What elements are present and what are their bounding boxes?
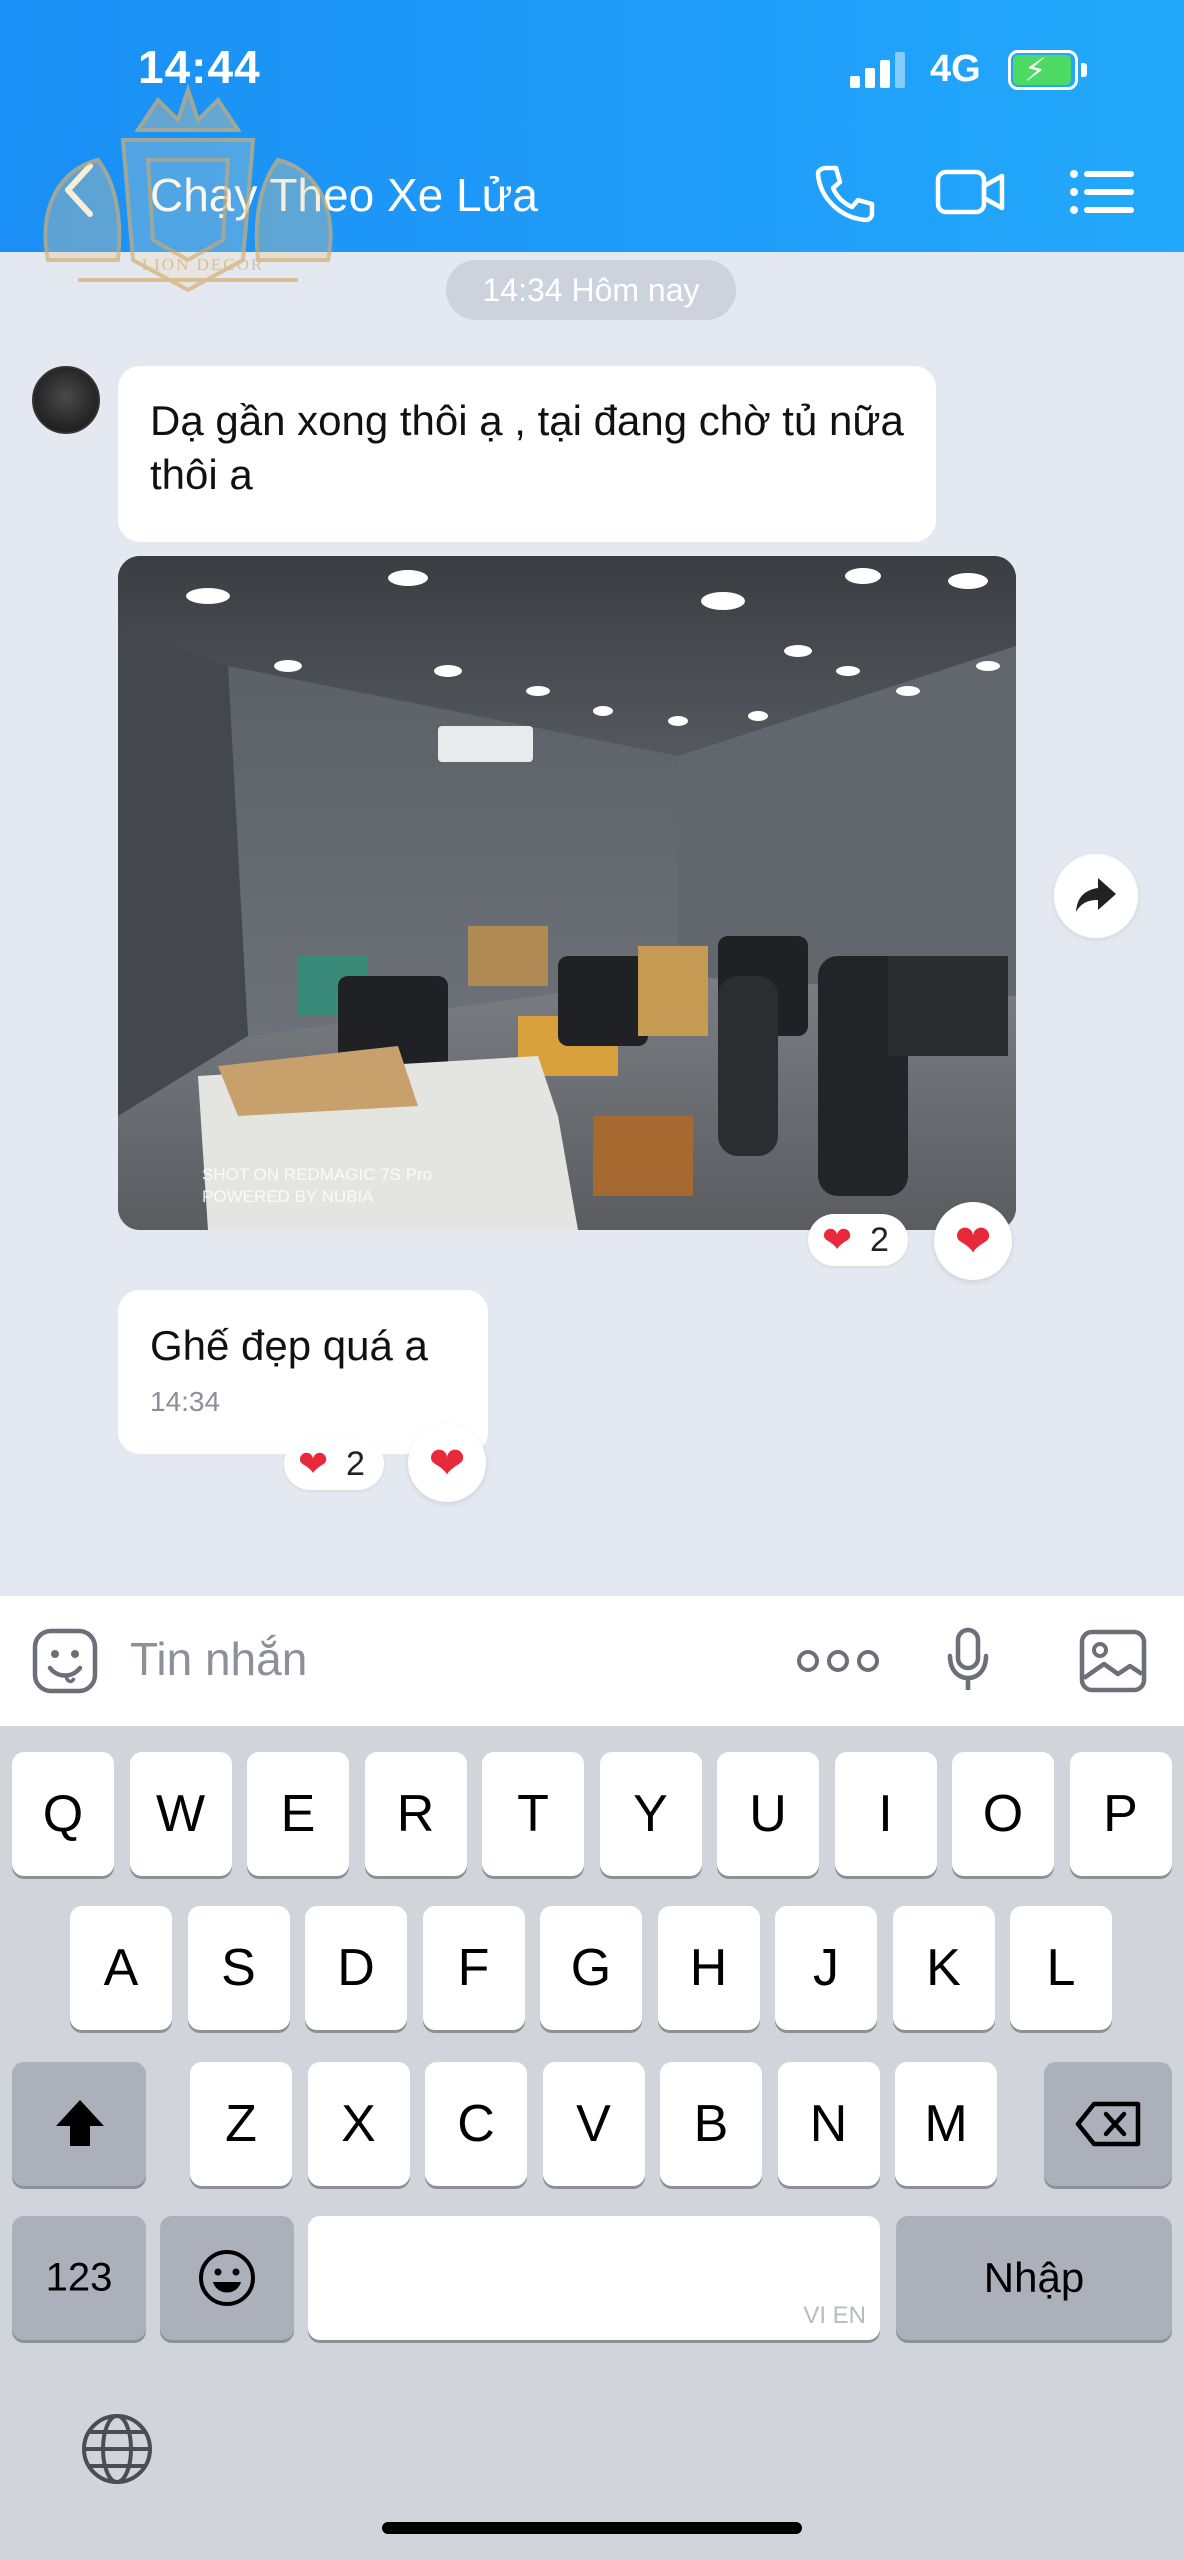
back-chevron-icon[interactable] <box>60 160 100 220</box>
video-call-icon[interactable] <box>934 160 1006 224</box>
backspace-key[interactable] <box>1044 2062 1172 2186</box>
microphone-icon[interactable] <box>944 1626 992 1696</box>
key-s[interactable]: S <box>187 1906 290 2030</box>
chat-header: 14:44 4G ⚡ Chạy Theo Xe Lửa <box>0 0 1184 252</box>
key-q[interactable]: Q <box>12 1752 114 1876</box>
shift-arrow-icon <box>56 2100 104 2146</box>
heart-react-button[interactable]: ❤ <box>408 1424 486 1502</box>
key-m[interactable]: M <box>895 2062 997 2186</box>
space-key[interactable]: VI EN <box>308 2216 880 2340</box>
heart-react-button[interactable]: ❤ <box>934 1202 1012 1280</box>
key-t[interactable]: T <box>482 1752 584 1876</box>
globe-language-icon[interactable] <box>78 2410 156 2488</box>
key-f[interactable]: F <box>422 1906 525 2030</box>
photo-watermark-caption: SHOT ON REDMAGIC 7S Pro POWERED BY NUBIA <box>202 1165 433 1206</box>
key-p[interactable]: P <box>1069 1752 1172 1876</box>
message-photo[interactable]: SHOT ON REDMAGIC 7S Pro POWERED BY NUBIA <box>118 556 1016 1230</box>
key-j[interactable]: J <box>775 1906 877 2030</box>
reaction-count-badge[interactable]: ❤ 2 <box>284 1438 384 1490</box>
sticker-emoji-icon[interactable] <box>30 1626 100 1696</box>
key-y[interactable]: Y <box>599 1752 702 1876</box>
forward-arrow-icon <box>1076 878 1116 912</box>
logo-brand-text: LION DECOR <box>141 255 265 274</box>
message-text: Dạ gần xong thôi ạ , tại đang chờ tủ nữa… <box>150 397 904 498</box>
key-l[interactable]: L <box>1010 1906 1112 2030</box>
key-x[interactable]: X <box>307 2062 410 2186</box>
shift-key[interactable] <box>12 2062 146 2186</box>
share-forward-button[interactable] <box>1054 854 1138 938</box>
key-b[interactable]: B <box>660 2062 762 2186</box>
emoji-smiley-icon <box>199 2250 255 2306</box>
key-d[interactable]: D <box>305 1906 407 2030</box>
message-input[interactable]: Tin nhắn <box>130 1632 307 1686</box>
more-options-icon[interactable] <box>796 1644 880 1678</box>
network-type: 4G <box>930 48 981 90</box>
keyboard: QWERTYUIOP ASDFGHJKL ZXCVBNM 123 VI EN N… <box>0 1726 1184 2560</box>
heart-icon: ❤ <box>428 1439 466 1488</box>
message-text: Ghế đẹp quá a <box>150 1322 428 1369</box>
key-a[interactable]: A <box>70 1906 172 2030</box>
key-e[interactable]: E <box>247 1752 349 1876</box>
sender-avatar[interactable] <box>32 366 100 434</box>
key-u[interactable]: U <box>717 1752 819 1876</box>
numbers-key[interactable]: 123 <box>12 2216 146 2340</box>
status-time: 14:44 <box>138 41 261 93</box>
signal-icon <box>850 52 910 88</box>
return-key[interactable]: Nhập <box>896 2216 1172 2340</box>
emoji-key[interactable] <box>160 2216 294 2340</box>
battery-charging-icon: ⚡ <box>1008 50 1088 90</box>
heart-icon: ❤ <box>954 1217 992 1266</box>
key-o[interactable]: O <box>952 1752 1054 1876</box>
heart-icon: ❤ <box>822 1219 853 1260</box>
room-photo-image <box>118 556 1016 1230</box>
message-composer: Tin nhắn <box>0 1596 1184 1726</box>
key-v[interactable]: V <box>542 2062 645 2186</box>
key-z[interactable]: Z <box>190 2062 292 2186</box>
key-k[interactable]: K <box>892 1906 995 2030</box>
key-w[interactable]: W <box>129 1752 232 1876</box>
key-i[interactable]: I <box>834 1752 937 1876</box>
home-indicator <box>382 2522 802 2534</box>
reaction-count-badge[interactable]: ❤ 2 <box>808 1214 908 1266</box>
key-n[interactable]: N <box>777 2062 880 2186</box>
delete-backspace-icon <box>1075 2101 1141 2147</box>
menu-list-icon[interactable] <box>1066 160 1138 224</box>
key-c[interactable]: C <box>425 2062 527 2186</box>
image-gallery-icon[interactable] <box>1078 1628 1148 1694</box>
message-time: 14:34 <box>150 1386 221 1417</box>
key-g[interactable]: G <box>540 1906 642 2030</box>
phone-call-icon[interactable] <box>808 160 880 224</box>
key-h[interactable]: H <box>657 1906 760 2030</box>
key-r[interactable]: R <box>364 1752 467 1876</box>
message-bubble-text[interactable]: Dạ gần xong thôi ạ , tại đang chờ tủ nữa… <box>118 366 936 542</box>
heart-icon: ❤ <box>298 1443 329 1484</box>
date-divider: 14:34 Hôm nay <box>446 260 736 320</box>
conversation-title[interactable]: Chạy Theo Xe Lửa <box>150 168 538 222</box>
